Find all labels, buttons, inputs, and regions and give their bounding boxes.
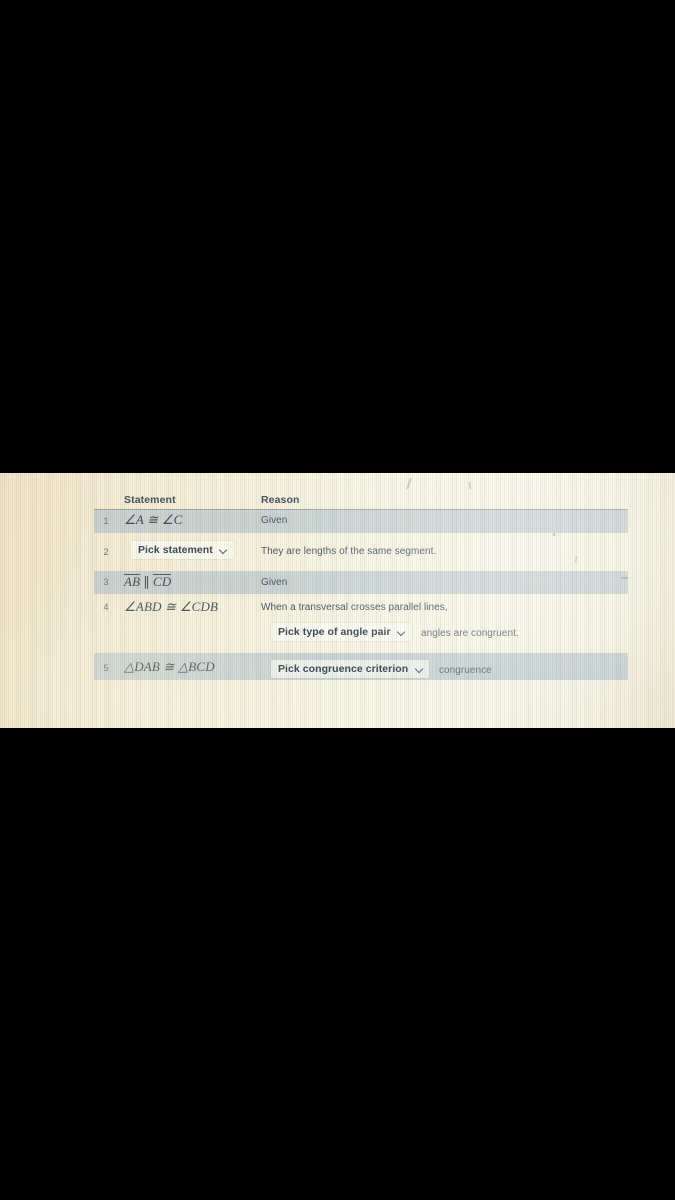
chevron-down-icon [398,628,406,636]
column-header-statement: Statement [124,494,176,506]
segment-ab-label: AB [124,574,141,589]
statement-row-5: △DAB ≅ △BCD [124,659,215,674]
reason-row-2: They are lengths of the same segment. [261,546,437,557]
pick-statement-dropdown[interactable]: Pick statement [131,541,234,559]
row-number-4: 4 [103,602,109,612]
chevron-down-icon [220,546,228,554]
reason-row-3: Given [261,577,288,588]
screen-photograph: Statement Reason 1 ∠A ≅ ∠C Given 2 Pick … [0,0,675,1200]
reason-row-4-line1: When a transversal crosses parallel line… [261,602,448,613]
two-column-proof-panel: Statement Reason 1 ∠A ≅ ∠C Given 2 Pick … [0,473,675,728]
segment-cd-label: CD [153,574,172,589]
statement-row-3: AB ∥ CD [124,574,172,590]
row-number-1: 1 [103,516,109,526]
statement-row-4: ∠ABD ≅ ∠CDB [124,599,219,614]
chevron-down-icon [415,665,423,673]
column-header-reason: Reason [261,494,300,506]
pick-angle-pair-dropdown-label: Pick type of angle pair [278,626,391,638]
header-divider [94,509,628,510]
row-number-3: 3 [103,577,109,587]
pick-angle-pair-dropdown[interactable]: Pick type of angle pair [271,623,412,641]
pick-congruence-criterion-dropdown[interactable]: Pick congruence criterion [271,660,430,678]
pick-congruence-criterion-dropdown-label: Pick congruence criterion [278,663,409,675]
row-number-5: 5 [103,663,109,673]
parallel-symbol: ∥ [143,574,150,589]
statement-row-1: ∠A ≅ ∠C [124,512,183,527]
row-number-2: 2 [103,547,109,557]
reason-row-1: Given [261,515,288,526]
pick-statement-dropdown-label: Pick statement [138,544,213,556]
reason-row-5-tail: congruence [439,665,492,676]
proof-table: Statement Reason 1 ∠A ≅ ∠C Given 2 Pick … [0,473,675,728]
reason-row-4-tail: angles are congruent. [421,628,519,639]
row-band-3 [94,571,628,594]
